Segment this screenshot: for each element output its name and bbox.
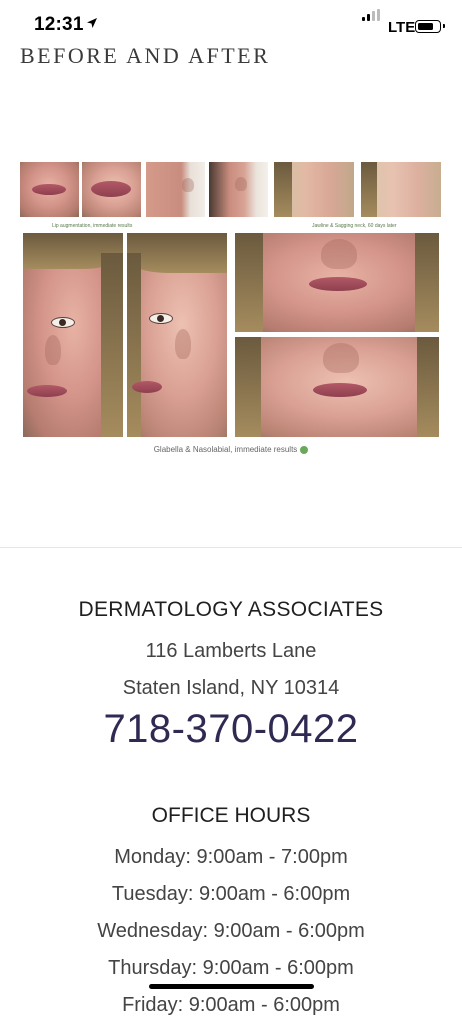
photo-profile-before[interactable] bbox=[146, 162, 205, 217]
location-arrow-icon bbox=[87, 18, 97, 28]
gallery-caption: Glabella & Nasolabial, immediate results bbox=[0, 445, 462, 454]
hours-tuesday: Tuesday: 9:00am - 6:00pm bbox=[111, 883, 351, 905]
caption-jawline: Jawline & Sagging neck, 60 days later bbox=[312, 223, 397, 229]
hours-wednesday: Wednesday: 9:00am - 6:00pm bbox=[97, 920, 365, 942]
gallery-caption-text: Glabella & Nasolabial, immediate results bbox=[153, 445, 298, 454]
home-indicator[interactable] bbox=[149, 984, 314, 989]
network-type: LTE bbox=[388, 19, 416, 36]
photo-glabella-after[interactable] bbox=[127, 233, 227, 437]
hours-monday: Monday: 9:00am - 7:00pm bbox=[114, 846, 348, 868]
photo-lips-after[interactable] bbox=[82, 162, 141, 217]
office-hours-list: Monday: 9:00am - 7:00pm Tuesday: 9:00am … bbox=[0, 843, 462, 1028]
section-title: BEFORE AND AFTER bbox=[20, 43, 271, 68]
caption-lips: Lip augmentation, immediate results bbox=[52, 223, 133, 229]
photo-lips-before[interactable] bbox=[20, 162, 79, 217]
section-divider bbox=[0, 547, 462, 548]
office-hours-title: OFFICE HOURS bbox=[151, 804, 311, 827]
photo-neck-after[interactable] bbox=[361, 162, 441, 217]
practice-name: DERMATOLOGY ASSOCIATES bbox=[78, 598, 384, 621]
photo-glabella-before[interactable] bbox=[23, 233, 123, 437]
photo-neck-before[interactable] bbox=[274, 162, 354, 217]
photo-profile-after[interactable] bbox=[209, 162, 268, 217]
check-circle-icon bbox=[300, 445, 309, 454]
battery-icon bbox=[415, 20, 445, 33]
photo-nasolabial-before[interactable] bbox=[235, 233, 439, 332]
status-time: 12:31 bbox=[34, 14, 84, 35]
photo-nasolabial-after[interactable] bbox=[235, 337, 439, 437]
address-line-1[interactable]: 116 Lamberts Lane bbox=[0, 640, 462, 663]
address-line-2[interactable]: Staten Island, NY 10314 bbox=[0, 677, 462, 700]
hours-friday: Friday: 9:00am - 6:00pm bbox=[122, 994, 340, 1016]
phone-link[interactable]: 718-370-0422 bbox=[0, 707, 462, 752]
